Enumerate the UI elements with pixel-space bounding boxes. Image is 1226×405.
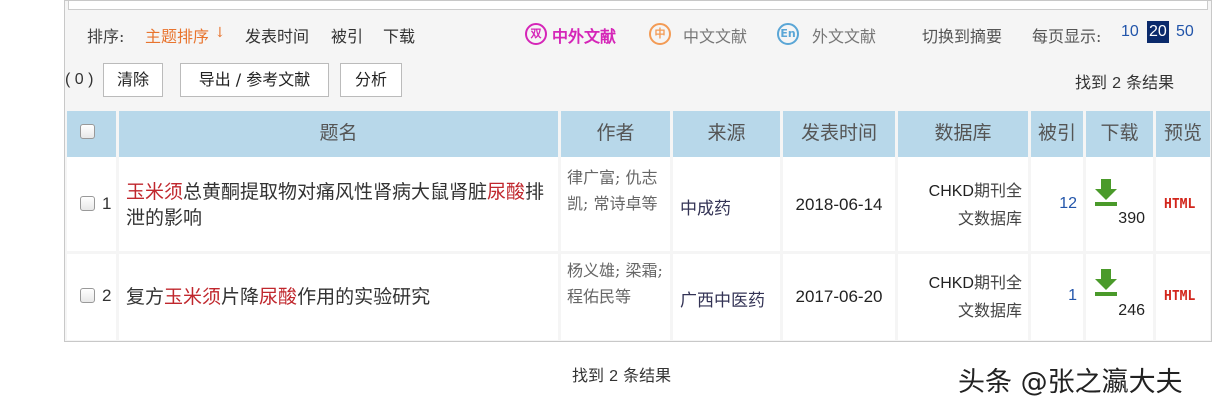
search-box-edge — [68, 1, 1208, 10]
all-literature-icon[interactable]: 双 — [525, 23, 547, 45]
sort-label: 排序: — [87, 27, 125, 46]
header-title[interactable]: 题名 — [119, 111, 561, 157]
author-cell: 律广富; 仇志凯; 常诗卓等 — [561, 157, 673, 251]
table-row: 2 复方玉米须片降尿酸作用的实验研究 杨义雄; 梁霜; 程佑民等 广西中医药 2… — [67, 254, 1210, 340]
cited-cell: 12 — [1031, 157, 1086, 251]
source-cell: 中成药 — [673, 157, 783, 251]
results-panel: 排序: 主题排序 ↓ 发表时间 被引 下载 双 中外文献 中 中文文献 En 外… — [64, 0, 1212, 342]
source-link[interactable]: 广西中医药 — [680, 286, 765, 311]
select-all-checkbox[interactable] — [80, 124, 95, 139]
header-preview: 预览 — [1156, 111, 1210, 157]
preview-cell: HTML — [1156, 157, 1210, 251]
publish-date: 2017-06-20 — [795, 287, 883, 306]
header-database[interactable]: 数据库 — [898, 111, 1031, 157]
html-preview-link[interactable]: HTML — [1164, 197, 1195, 212]
sort-bar: 排序: 主题排序 ↓ 发表时间 被引 下载 双 中外文献 中 中文文献 En 外… — [65, 21, 1211, 47]
header-date[interactable]: 发表时间 — [783, 111, 898, 157]
watermark-text: 头条 @张之瀛大夫 — [958, 367, 1183, 398]
table-header: 题名 作者 来源 发表时间 数据库 被引 下载 预览 — [67, 111, 1210, 157]
results-count-top: 找到 2 条结果 — [1075, 73, 1175, 92]
table-row: 1 玉米须总黄酮提取物对痛风性肾病大鼠肾脏尿酸排泄的影响 律广富; 仇志凯; 常… — [67, 157, 1210, 251]
per-page-10[interactable]: 10 — [1121, 23, 1139, 41]
sort-date-link[interactable]: 发表时间 — [245, 23, 309, 47]
publish-date: 2018-06-14 — [795, 195, 883, 214]
foreign-literature-icon[interactable]: En — [777, 23, 799, 45]
chinese-literature-icon[interactable]: 中 — [649, 23, 671, 45]
title-cell: 玉米须总黄酮提取物对痛风性肾病大鼠肾脏尿酸排泄的影响 — [119, 157, 561, 251]
database-cell: CHKD期刊全 文数据库 — [898, 254, 1031, 340]
clear-button[interactable]: 清除 — [103, 63, 163, 97]
download-icon[interactable] — [1094, 269, 1118, 297]
row-checkbox[interactable] — [80, 288, 95, 303]
row-index: 2 — [102, 286, 112, 305]
sort-downloads-link[interactable]: 下载 — [383, 23, 415, 47]
per-page-20-selected[interactable]: 20 — [1147, 21, 1169, 43]
row-index: 1 — [102, 194, 112, 213]
header-source[interactable]: 来源 — [673, 111, 783, 157]
header-downloads[interactable]: 下载 — [1086, 111, 1156, 157]
html-preview-link[interactable]: HTML — [1164, 289, 1195, 304]
row-checkbox[interactable] — [80, 196, 95, 211]
row-select-cell: 2 — [67, 254, 119, 340]
title-cell: 复方玉米须片降尿酸作用的实验研究 — [119, 254, 561, 340]
per-page-50[interactable]: 50 — [1176, 23, 1194, 41]
download-cell: 390 — [1086, 157, 1156, 251]
sort-cited-link[interactable]: 被引 — [331, 23, 363, 47]
selected-count: ( 0 ) — [65, 71, 94, 88]
authors-text[interactable]: 杨义雄; 梁霜; 程佑民等 — [567, 258, 671, 310]
header-author[interactable]: 作者 — [561, 111, 673, 157]
row-select-cell: 1 — [67, 157, 119, 251]
database-name: CHKD期刊全 文数据库 — [928, 181, 1022, 228]
cited-cell: 1 — [1031, 254, 1086, 340]
database-name: CHKD期刊全 文数据库 — [928, 273, 1022, 320]
download-count: 246 — [1118, 302, 1145, 319]
export-references-button[interactable]: 导出 / 参考文献 — [180, 63, 329, 97]
database-cell: CHKD期刊全 文数据库 — [898, 157, 1031, 251]
header-select-all-cell — [67, 111, 119, 157]
date-cell: 2017-06-20 — [783, 254, 898, 340]
sort-topic-link[interactable]: 主题排序 — [145, 23, 209, 47]
author-cell: 杨义雄; 梁霜; 程佑民等 — [561, 254, 673, 340]
download-icon[interactable] — [1094, 179, 1118, 207]
source-cell: 广西中医药 — [673, 254, 783, 340]
article-title-link[interactable]: 玉米须总黄酮提取物对痛风性肾病大鼠肾脏尿酸排泄的影响 — [126, 179, 558, 231]
cited-count-link[interactable]: 1 — [1068, 287, 1077, 305]
switch-to-abstract-link[interactable]: 切换到摘要 — [922, 23, 1002, 47]
foreign-literature-link[interactable]: 外文文献 — [812, 23, 876, 47]
per-page-label: 每页显示: — [1032, 27, 1102, 46]
chinese-literature-link[interactable]: 中文文献 — [683, 23, 747, 47]
date-cell: 2018-06-14 — [783, 157, 898, 251]
authors-text[interactable]: 律广富; 仇志凯; 常诗卓等 — [567, 165, 671, 217]
download-cell: 246 — [1086, 254, 1156, 340]
download-count: 390 — [1118, 210, 1145, 227]
all-literature-link[interactable]: 中外文献 — [552, 23, 616, 47]
results-count-bottom: 找到 2 条结果 — [572, 366, 672, 385]
sort-down-arrow-icon: ↓ — [214, 25, 226, 41]
analyze-button[interactable]: 分析 — [340, 63, 402, 97]
preview-cell: HTML — [1156, 254, 1210, 340]
article-title-link[interactable]: 复方玉米须片降尿酸作用的实验研究 — [126, 284, 430, 310]
cited-count-link[interactable]: 12 — [1059, 195, 1077, 213]
source-link[interactable]: 中成药 — [680, 194, 731, 219]
header-cited[interactable]: 被引 — [1031, 111, 1086, 157]
